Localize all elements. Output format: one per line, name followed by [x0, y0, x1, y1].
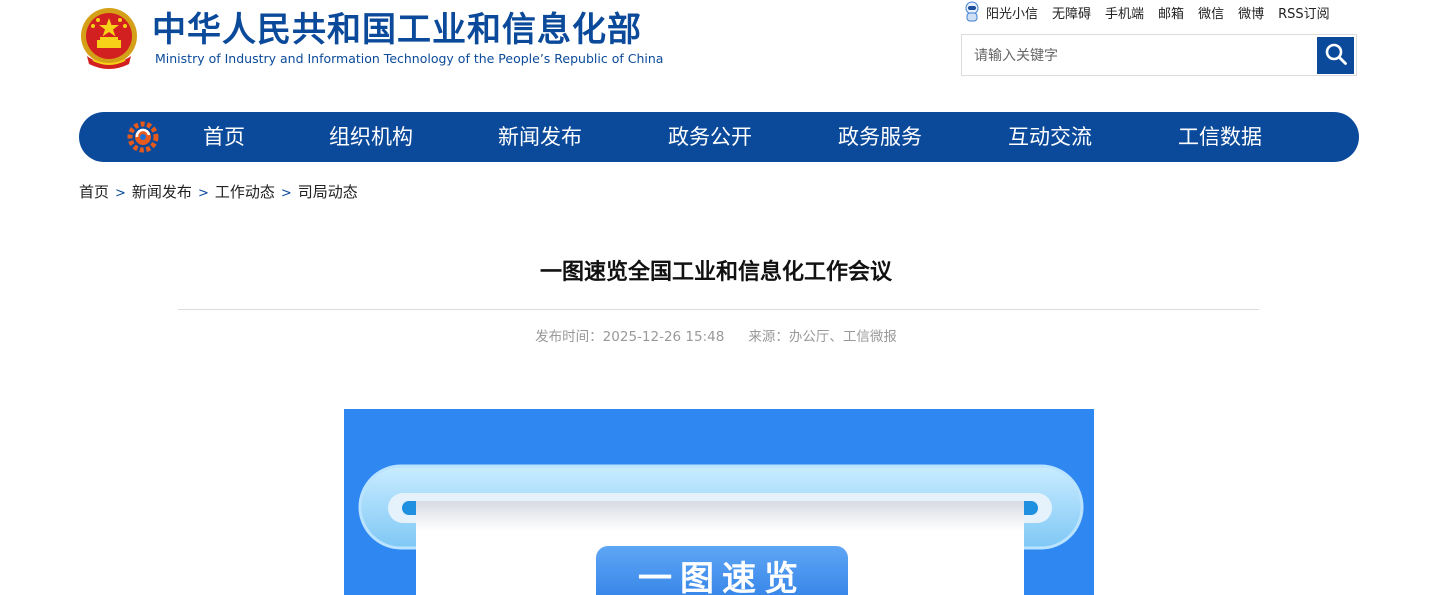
site-title-english: Ministry of Industry and Information Tec…	[155, 51, 664, 66]
breadcrumb-news[interactable]: 新闻发布	[132, 183, 192, 201]
ministry-logo-icon	[127, 121, 159, 153]
breadcrumb-work-updates[interactable]: 工作动态	[215, 183, 275, 201]
nav-item-news[interactable]: 新闻发布	[498, 112, 582, 162]
search-button[interactable]	[1317, 37, 1354, 74]
breadcrumb-separator: >	[115, 186, 126, 201]
breadcrumb-separator: >	[197, 186, 209, 201]
publish-time-label: 发布时间：	[535, 329, 603, 345]
source-label: 来源：	[748, 329, 789, 345]
nav-item-data[interactable]: 工信数据	[1178, 112, 1262, 162]
infographic-banner-text: 一图速览	[638, 559, 806, 595]
main-nav: 首页 组织机构 新闻发布 政务公开 政务服务 互动交流 工信数据	[79, 112, 1359, 162]
article-title: 一图速览全国工业和信息化工作会议	[539, 260, 892, 285]
national-emblem-icon	[79, 6, 139, 72]
search-box	[961, 34, 1357, 77]
site-title[interactable]: 中华人民共和国工业和信息化部	[152, 6, 642, 54]
search-input[interactable]	[972, 35, 1316, 77]
publish-time: 2025-12-26 15:48	[602, 329, 725, 345]
nav-item-government-services[interactable]: 政务服务	[838, 112, 922, 162]
source-value: 办公厅、工信微报	[788, 329, 897, 345]
top-link-mailbox[interactable]: 邮箱	[1158, 3, 1184, 22]
top-link-accessibility[interactable]: 无障碍	[1052, 3, 1091, 22]
breadcrumb-separator: >	[280, 186, 292, 201]
nav-item-organization[interactable]: 组织机构	[329, 112, 413, 162]
top-link-sunshine[interactable]: 阳光小信	[986, 3, 1038, 22]
top-link-rss[interactable]: RSS订阅	[1278, 3, 1330, 22]
title-divider	[178, 309, 1259, 310]
breadcrumb-department-updates[interactable]: 司局动态	[298, 183, 358, 201]
top-links-bar: 阳光小信 无障碍 手机端 邮箱 微信 微博 RSS订阅	[962, 1, 1330, 23]
top-link-wechat[interactable]: 微信	[1198, 3, 1224, 22]
nav-item-interaction[interactable]: 互动交流	[1008, 112, 1092, 162]
breadcrumb: 首页 > 新闻发布 > 工作动态 > 司局动态	[79, 182, 358, 204]
top-link-weibo[interactable]: 微博	[1238, 3, 1264, 22]
nav-item-home[interactable]: 首页	[203, 112, 245, 162]
infographic-image: 一图速览	[344, 409, 1094, 595]
robot-assistant-icon[interactable]	[962, 1, 982, 23]
nav-item-government-affairs[interactable]: 政务公开	[668, 112, 752, 162]
article-meta: 发布时间：2025-12-26 15:48 来源：办公厅、工信微报	[0, 327, 1432, 347]
breadcrumb-home[interactable]: 首页	[79, 183, 109, 201]
search-icon	[1324, 42, 1348, 70]
top-link-mobile[interactable]: 手机端	[1105, 3, 1144, 22]
